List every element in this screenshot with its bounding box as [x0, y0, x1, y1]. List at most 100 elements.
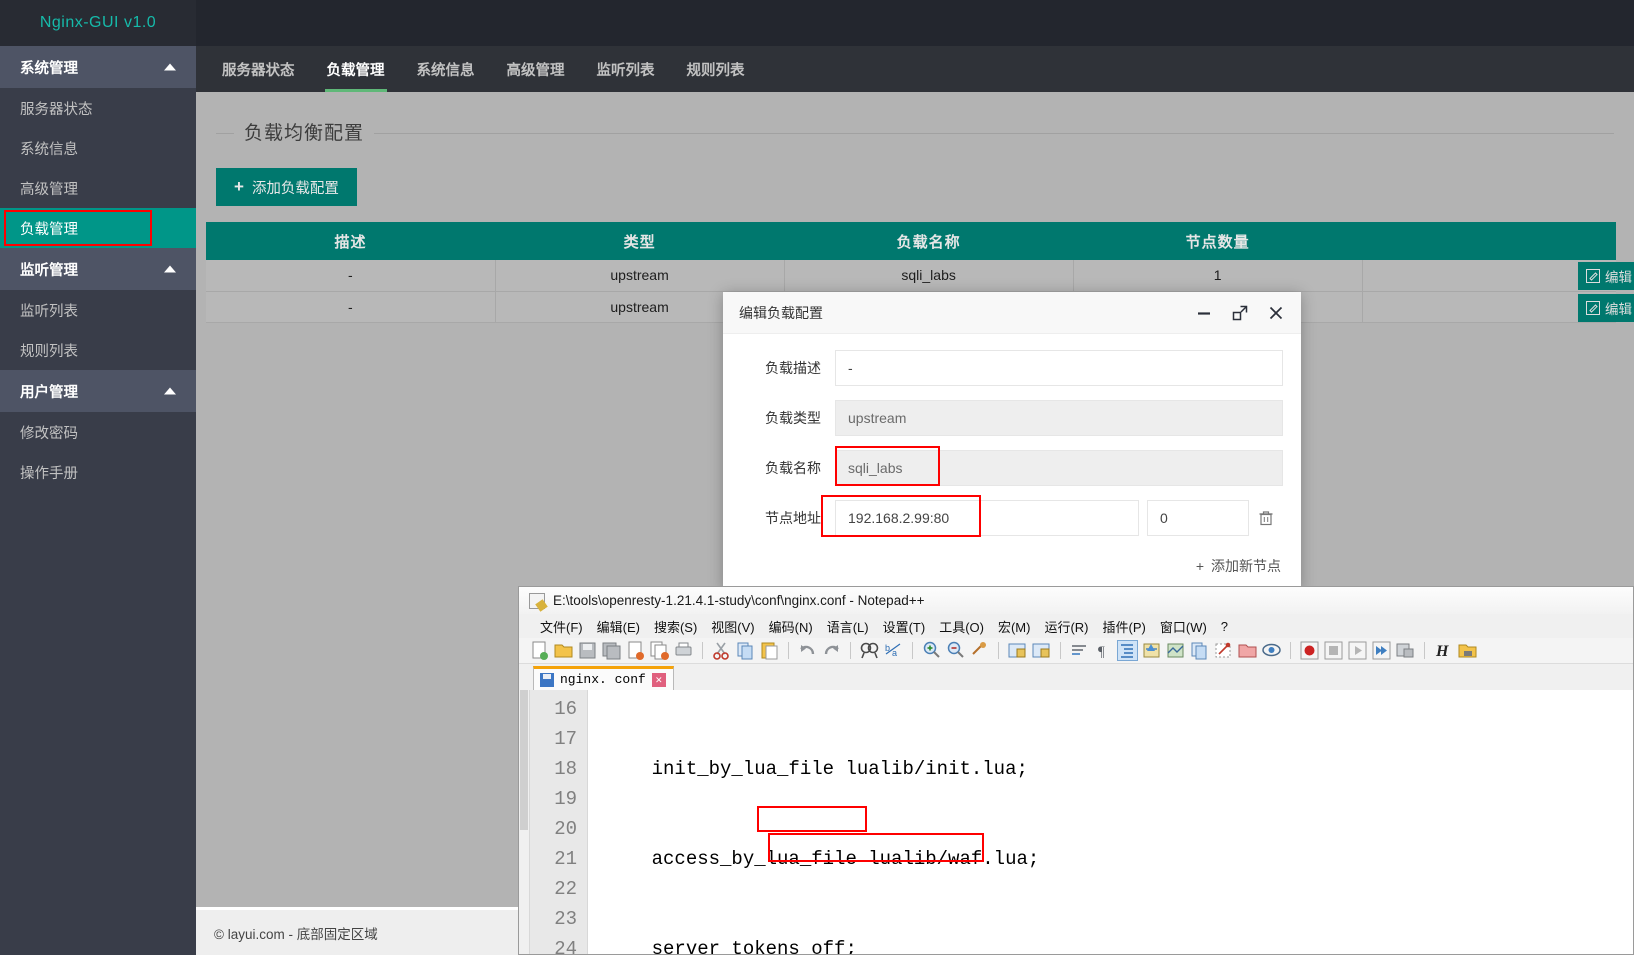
zoom-out-icon[interactable] — [945, 640, 966, 661]
tab-server-status[interactable]: 服务器状态 — [206, 46, 311, 92]
menu-settings[interactable]: 设置(T) — [876, 617, 933, 636]
tab-listen-list[interactable]: 监听列表 — [581, 46, 671, 92]
tab-load-management[interactable]: 负载管理 — [311, 46, 401, 92]
play-macro-icon[interactable] — [1347, 640, 1368, 661]
new-file-icon[interactable] — [529, 640, 550, 661]
node-weight-input[interactable]: 0 — [1147, 500, 1249, 536]
top-header — [196, 0, 1634, 46]
tab-system-info[interactable]: 系统信息 — [401, 46, 491, 92]
npp-folder-icon[interactable] — [1457, 640, 1478, 661]
edit-button[interactable]: 编辑 — [1578, 262, 1634, 290]
undo-icon[interactable] — [797, 640, 818, 661]
toolbar-separator — [850, 642, 851, 659]
svg-text:H: H — [1435, 643, 1449, 660]
monitor-icon[interactable] — [1261, 640, 1282, 661]
menu-view[interactable]: 视图(V) — [704, 617, 761, 636]
menu-plugins[interactable]: 插件(P) — [1096, 617, 1153, 636]
menu-tools[interactable]: 工具(O) — [932, 617, 991, 636]
menu-language[interactable]: 语言(L) — [820, 617, 876, 636]
indent-guide-icon[interactable] — [1117, 640, 1138, 661]
html-preview-icon[interactable]: H — [1433, 640, 1454, 661]
scrollbar-thumb[interactable] — [520, 690, 528, 830]
word-wrap-unlock-icon[interactable] — [1031, 640, 1052, 661]
editor-scrollbar-left[interactable] — [519, 690, 530, 954]
folder-as-workspace-icon[interactable] — [1237, 640, 1258, 661]
replace-icon[interactable]: ba — [883, 640, 904, 661]
menu-help[interactable]: ? — [1214, 619, 1235, 634]
save-icon[interactable] — [577, 640, 598, 661]
menu-encoding[interactable]: 编码(N) — [762, 617, 820, 636]
col-desc: 描述 — [206, 222, 496, 260]
sidebar-item-advanced[interactable]: 高级管理 — [0, 168, 196, 208]
sidebar: 系统管理 服务器状态 系统信息 高级管理 负载管理 监听管理 监听列表 规则列表… — [0, 46, 196, 955]
stop-macro-icon[interactable] — [1323, 640, 1344, 661]
sidebar-group-user[interactable]: 用户管理 — [0, 370, 196, 412]
close-file-icon[interactable] — [625, 640, 646, 661]
sidebar-item-system-info[interactable]: 系统信息 — [0, 128, 196, 168]
maximize-icon[interactable] — [1231, 304, 1249, 322]
save-all-icon[interactable] — [601, 640, 622, 661]
user-defined-dialog-icon[interactable] — [1141, 640, 1162, 661]
top-nav: 服务器状态 负载管理 系统信息 高级管理 监听列表 规则列表 — [196, 46, 1634, 92]
tab-label: 负载管理 — [326, 62, 385, 79]
col-type: 类型 — [495, 222, 785, 260]
code-text-area[interactable]: init_by_lua_file lualib/init.lua; access… — [588, 690, 1633, 954]
save-macro-icon[interactable] — [1395, 640, 1416, 661]
menu-file[interactable]: 文件(F) — [533, 617, 590, 636]
sidebar-group-listen[interactable]: 监听管理 — [0, 248, 196, 290]
trash-icon[interactable] — [1249, 509, 1283, 527]
sync-scroll-icon[interactable] — [969, 640, 990, 661]
open-file-icon[interactable] — [553, 640, 574, 661]
menu-macro[interactable]: 宏(M) — [991, 617, 1038, 636]
menu-window[interactable]: 窗口(W) — [1153, 617, 1214, 636]
name-input[interactable]: sqli_labs — [835, 450, 1283, 486]
add-load-config-button[interactable]: + 添加负载配置 — [216, 168, 357, 206]
sidebar-group-label: 监听管理 — [20, 262, 78, 279]
paste-icon[interactable] — [759, 640, 780, 661]
minimize-icon[interactable] — [1195, 304, 1213, 322]
menu-edit[interactable]: 编辑(E) — [590, 617, 647, 636]
word-wrap-icon[interactable] — [1069, 640, 1090, 661]
zoom-in-icon[interactable] — [921, 640, 942, 661]
code-line: init_by_lua_file lualib/init.lua; — [606, 758, 1028, 780]
node-address-input[interactable]: 192.168.2.99:80 — [835, 500, 1139, 536]
label-type: 负载类型 — [765, 410, 821, 426]
add-node-button[interactable]: + 添加新节点 — [723, 550, 1301, 576]
label-node: 节点地址 — [765, 510, 821, 526]
node-address-value: 192.168.2.99:80 — [848, 510, 950, 526]
document-list-icon[interactable] — [1189, 640, 1210, 661]
cut-icon[interactable] — [711, 640, 732, 661]
find-icon[interactable] — [859, 640, 880, 661]
sidebar-item-load-management[interactable]: 负载管理 — [0, 208, 196, 248]
tab-rule-list[interactable]: 规则列表 — [671, 46, 761, 92]
sidebar-item-manual[interactable]: 操作手册 — [0, 452, 196, 492]
sidebar-item-listen-list[interactable]: 监听列表 — [0, 290, 196, 330]
sidebar-item-rule-list[interactable]: 规则列表 — [0, 330, 196, 370]
function-list-icon[interactable] — [1213, 640, 1234, 661]
menu-search[interactable]: 搜索(S) — [647, 617, 704, 636]
sidebar-item-label: 修改密码 — [20, 425, 78, 442]
run-macro-multiple-icon[interactable] — [1371, 640, 1392, 661]
tab-close-icon[interactable]: ✕ — [651, 672, 666, 687]
file-tab-nginx-conf[interactable]: nginx. conf ✕ — [533, 666, 674, 690]
document-map-icon[interactable] — [1165, 640, 1186, 661]
menu-run[interactable]: 运行(R) — [1037, 617, 1095, 636]
record-macro-icon[interactable] — [1299, 640, 1320, 661]
print-icon[interactable] — [673, 640, 694, 661]
dialog-body: 负载描述 - 负载类型 upstream 负载名称 sqli_labs 节点地址… — [723, 334, 1301, 576]
desc-input[interactable]: - — [835, 350, 1283, 386]
show-all-chars-icon[interactable]: ¶ — [1093, 640, 1114, 661]
word-wrap-lock-icon[interactable] — [1007, 640, 1028, 661]
sidebar-item-change-password[interactable]: 修改密码 — [0, 412, 196, 452]
copy-icon[interactable] — [735, 640, 756, 661]
close-icon[interactable] — [1267, 304, 1285, 322]
sidebar-item-label: 操作手册 — [20, 465, 78, 482]
redo-icon[interactable] — [821, 640, 842, 661]
sidebar-item-label: 系统信息 — [20, 141, 78, 158]
tab-advanced[interactable]: 高级管理 — [491, 46, 581, 92]
sidebar-item-server-status[interactable]: 服务器状态 — [0, 88, 196, 128]
edit-button[interactable]: 编辑 — [1578, 293, 1634, 322]
line-number: 21 — [554, 848, 577, 870]
sidebar-group-system[interactable]: 系统管理 — [0, 46, 196, 88]
close-all-icon[interactable] — [649, 640, 670, 661]
